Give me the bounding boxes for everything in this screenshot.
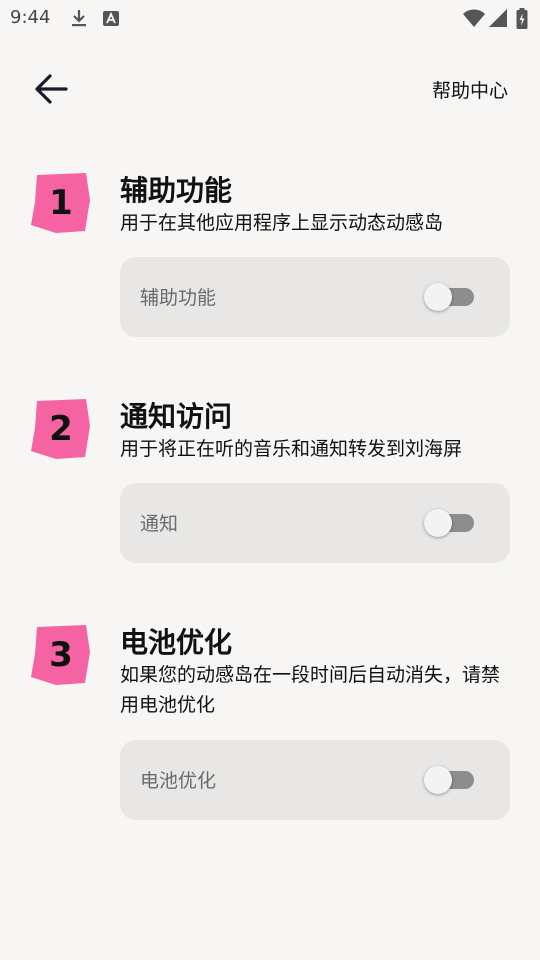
notification-switch[interactable]: [424, 509, 476, 537]
step-badge: 3: [29, 624, 91, 686]
download-icon: [70, 8, 88, 32]
help-center-link[interactable]: 帮助中心: [432, 76, 508, 103]
notification-toggle-card[interactable]: 通知: [120, 483, 510, 563]
switch-thumb: [424, 283, 452, 311]
toggle-label: 辅助功能: [140, 287, 217, 309]
section-title: 辅助功能: [120, 174, 233, 207]
step-number: 1: [49, 183, 73, 223]
toggle-label: 电池优化: [140, 770, 217, 792]
switch-thumb: [424, 509, 452, 537]
section-description: 用于将正在听的音乐和通知转发到刘海屏: [120, 438, 463, 460]
section-title: 通知访问: [120, 400, 233, 433]
accessibility-toggle-card[interactable]: 辅助功能: [120, 257, 510, 337]
font-app-icon: [102, 8, 120, 32]
accessibility-switch[interactable]: [424, 283, 476, 311]
back-button[interactable]: [26, 66, 76, 112]
cellular-signal-icon: [488, 8, 508, 32]
battery-switch[interactable]: [424, 766, 476, 794]
step-badge: 2: [29, 398, 91, 460]
switch-thumb: [424, 766, 452, 794]
toggle-label: 通知: [140, 513, 179, 535]
status-bar: 9:44: [0, 0, 540, 36]
app-bar: 帮助中心: [0, 60, 540, 120]
step-number: 2: [49, 409, 73, 449]
section-description: 用于在其他应用程序上显示动态动感岛: [120, 212, 444, 234]
wifi-icon: [462, 8, 486, 32]
step-badge: 1: [29, 172, 91, 234]
section-description: 如果您的动感岛在一段时间后自动消失，请禁用电池优化: [120, 664, 501, 716]
arrow-back-icon: [35, 74, 68, 104]
battery-icon: [516, 8, 528, 34]
step-number: 3: [49, 635, 73, 675]
section-title: 电池优化: [120, 626, 233, 659]
status-time: 9:44: [10, 7, 51, 28]
battery-toggle-card[interactable]: 电池优化: [120, 740, 510, 820]
